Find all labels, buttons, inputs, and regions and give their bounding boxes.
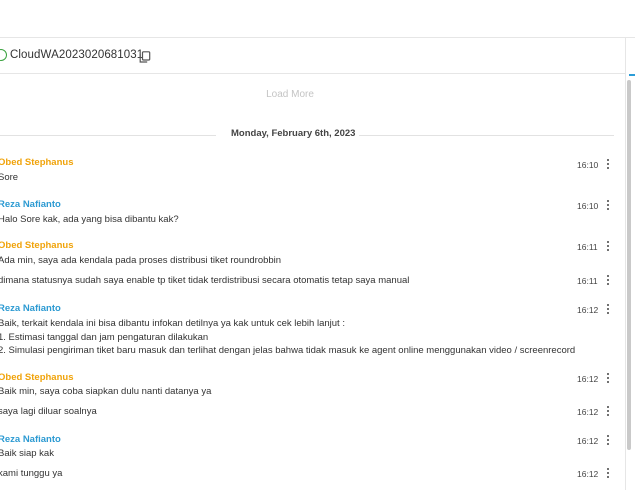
message-time: 16:12 [577, 305, 599, 315]
message-text: 1. Estimasi tanggal dan jam pengaturan d… [0, 332, 209, 343]
message-menu-icon[interactable] [605, 241, 611, 252]
message-time: 16:12 [577, 469, 599, 479]
copy-icon[interactable] [139, 50, 151, 63]
message-sender: Reza Nafianto [0, 199, 61, 210]
message-menu-icon[interactable] [605, 373, 611, 384]
message-text: dimana statusnya sudah saya enable tp ti… [0, 275, 410, 286]
message-time: 16:10 [577, 201, 599, 211]
message-text: Halo Sore kak, ada yang bisa dibantu kak… [0, 214, 179, 225]
conversation-title: CloudWA2023020681031 [10, 49, 144, 61]
active-tab-indicator [629, 74, 635, 76]
message-menu-icon[interactable] [605, 468, 611, 479]
separator-line [359, 135, 614, 136]
message-menu-icon[interactable] [605, 304, 611, 315]
date-separator: Monday, February 6th, 2023 [0, 128, 625, 142]
conversation-header: CloudWA2023020681031 [0, 38, 625, 74]
message-text: Baik, terkait kendala ini bisa dibantu i… [0, 318, 345, 329]
message-sender: Obed Stephanus [0, 157, 74, 168]
message-time: 16:12 [577, 374, 599, 384]
message-text: kami tunggu ya [0, 468, 63, 479]
status-circle-icon [0, 49, 7, 61]
message-text: 2. Simulasi pengiriman tiket baru masuk … [0, 345, 576, 356]
message-time: 16:12 [577, 436, 599, 446]
message-menu-icon[interactable] [605, 406, 611, 417]
top-bar [0, 0, 635, 38]
chat-scrollbar[interactable] [627, 80, 631, 450]
separator-line [0, 135, 216, 136]
message-time: 16:12 [577, 407, 599, 417]
message-text: Baik min, saya coba siapkan dulu nanti d… [0, 386, 212, 397]
message-time: 16:10 [577, 160, 599, 170]
chat-area: Load More Monday, February 6th, 2023 Obe… [0, 75, 625, 490]
message-menu-icon[interactable] [605, 200, 611, 211]
message-menu-icon[interactable] [605, 275, 611, 286]
message-menu-icon[interactable] [605, 159, 611, 170]
message-sender: Reza Nafianto [0, 303, 61, 314]
message-text: saya lagi diluar soalnya [0, 406, 97, 417]
message-time: 16:11 [577, 276, 598, 286]
message-sender: Reza Nafianto [0, 434, 61, 445]
message-sender: Obed Stephanus [0, 240, 74, 251]
load-more-button[interactable]: Load More [0, 89, 580, 100]
date-label: Monday, February 6th, 2023 [231, 128, 356, 139]
message-menu-icon[interactable] [605, 435, 611, 446]
message-text: Sore [0, 172, 19, 183]
message-text: Ada min, saya ada kendala pada proses di… [0, 255, 282, 266]
message-time: 16:11 [577, 242, 598, 252]
message-text: Baik siap kak [0, 448, 54, 459]
message-sender: Obed Stephanus [0, 372, 74, 383]
